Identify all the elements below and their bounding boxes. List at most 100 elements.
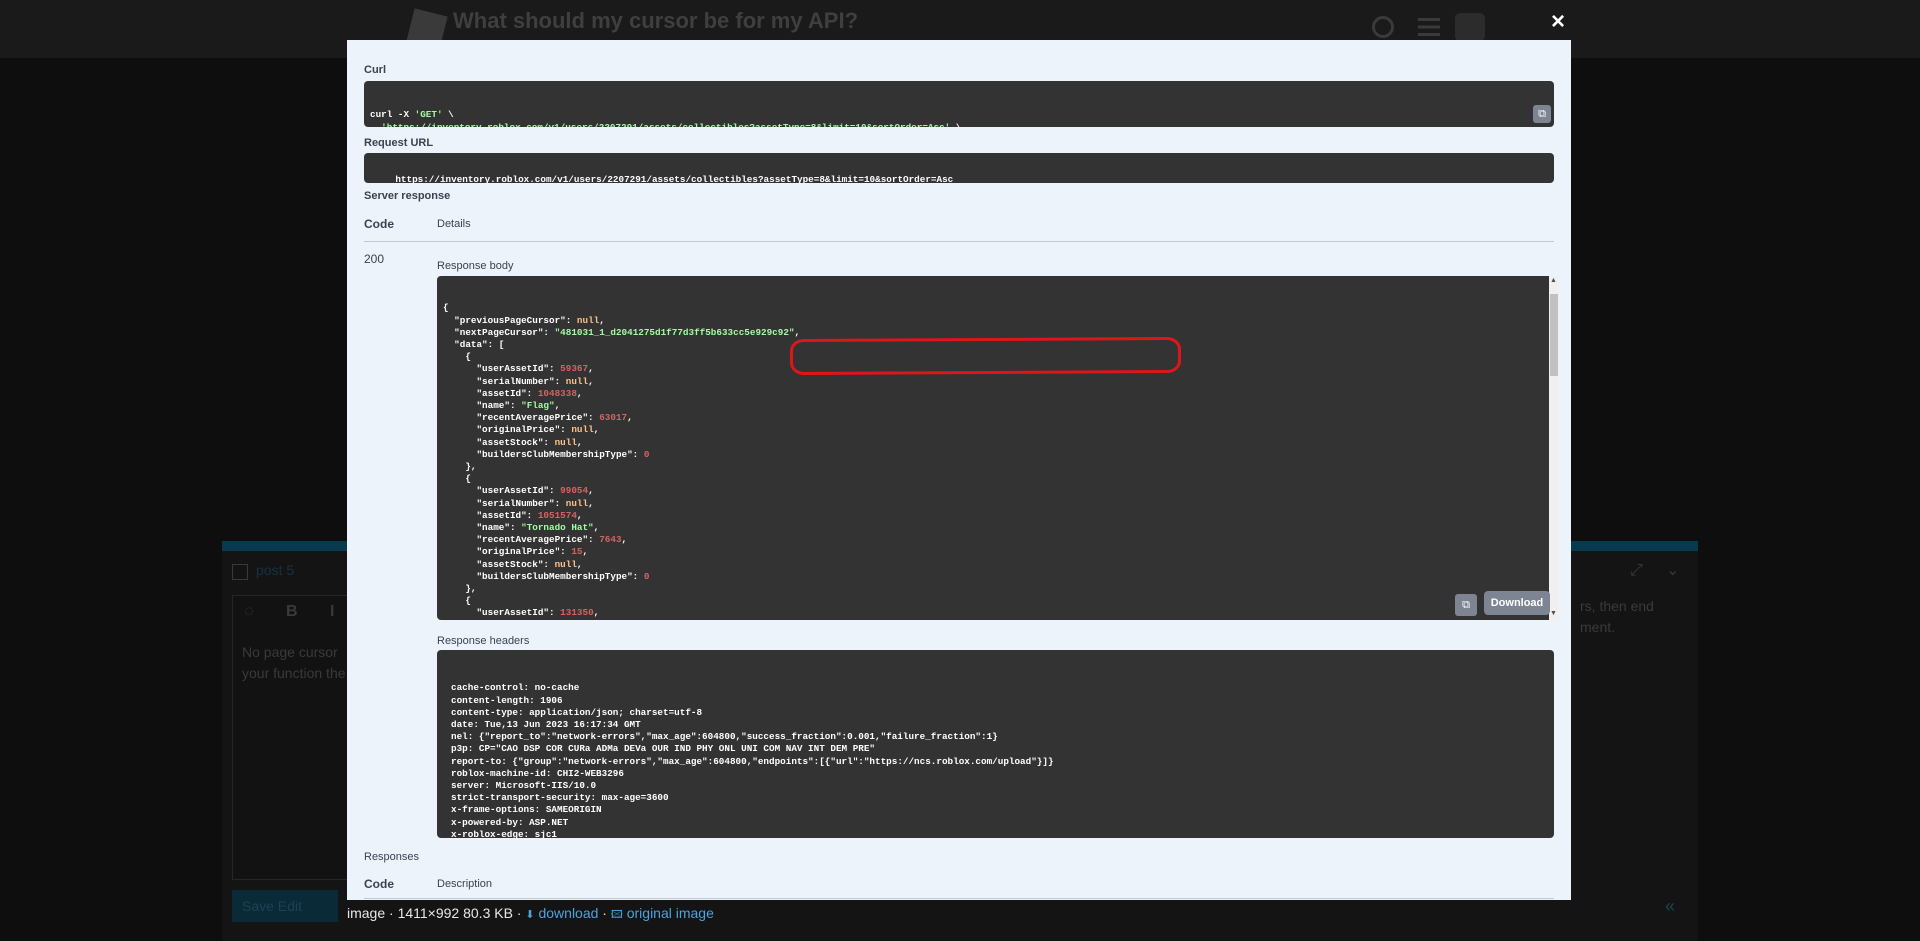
json-punct: ,: [627, 412, 633, 424]
json-value: 0: [643, 570, 650, 582]
response-headers-label: Response headers: [437, 635, 530, 647]
response-body-label: Response body: [437, 260, 514, 272]
curl-text: curl -X: [370, 109, 415, 121]
header-line: cache-control: no-cache: [451, 682, 580, 694]
json-line: "recentAveragePrice": 63017,: [443, 412, 1543, 424]
composer-text-line: your function the: [242, 665, 346, 681]
header-line: nel: {"report_to":"network-errors","max_…: [451, 731, 998, 743]
header-line: roblox-machine-id: CHI2-WEB3296: [451, 767, 624, 779]
json-value: 99054: [560, 485, 589, 497]
json-value: null: [571, 424, 594, 436]
download-link-label: download: [538, 905, 599, 921]
json-punct: ,: [588, 363, 594, 375]
response-body-lines: { "previousPageCursor": null, "nextPageC…: [443, 302, 1543, 620]
json-punct: ,: [588, 375, 594, 387]
json-value: null: [565, 375, 589, 387]
header-line: server: Microsoft-IIS/10.0: [451, 780, 597, 792]
json-punct: {: [465, 595, 471, 607]
curl-text: [370, 122, 381, 127]
json-key: "originalPrice":: [443, 546, 572, 558]
json-punct: ,: [621, 534, 628, 546]
json-key: "previousPageCursor":: [443, 314, 577, 326]
preview-text-line: ment.: [1580, 619, 1616, 635]
json-line: "recentAveragePrice": 7643,: [443, 534, 1543, 546]
json-value: 7643: [599, 534, 622, 546]
close-lightbox-button[interactable]: ×: [1551, 8, 1565, 36]
json-line: "userAssetId": 99054,: [443, 485, 1543, 497]
json-line: "data": [: [443, 339, 1543, 351]
json-key: [443, 583, 465, 594]
original-image-link[interactable]: 🖾 original image: [611, 905, 714, 921]
json-key: "buildersClubMembershipType":: [443, 448, 644, 460]
code-column-header: Code: [364, 217, 394, 231]
original-image-link-label: original image: [626, 905, 714, 921]
json-punct: ,: [588, 497, 594, 509]
json-line: "userAssetId": 131350,: [443, 607, 1543, 619]
json-line: "serialNumber": null,: [443, 498, 1543, 510]
json-line: "buildersClubMembershipType": 0: [443, 571, 1543, 583]
json-key: [443, 461, 465, 472]
json-key: "userAssetId":: [443, 607, 561, 619]
header-line: date: Tue,13 Jun 2023 16:17:34 GMT: [451, 719, 641, 731]
copy-curl-icon[interactable]: ⧉: [1533, 105, 1551, 123]
json-line: {: [443, 473, 1543, 485]
composer-toolbar: ◌ B I: [244, 603, 349, 620]
json-line: "assetId": 1048338,: [443, 388, 1543, 400]
scrollbar-thumb[interactable]: [1550, 294, 1558, 376]
header-line: strict-transport-security: max-age=3600: [451, 792, 669, 804]
caption-separator: ·: [598, 905, 611, 921]
composer-text: No page cursor your function the: [242, 642, 346, 684]
download-link[interactable]: ⬇ download: [525, 905, 598, 921]
json-punct: ,: [576, 387, 583, 399]
json-value: "Tornado Hat": [521, 522, 594, 534]
request-url-label: Request URL: [364, 137, 434, 149]
json-punct: ,: [593, 424, 600, 436]
json-line: "previousPageCursor": null,: [443, 315, 1543, 327]
json-line: },: [443, 583, 1543, 595]
header-line: report-to: {"group":"network-errors","ma…: [451, 755, 1054, 767]
composer-text-line: No page cursor: [242, 644, 338, 660]
json-punct: ,: [576, 436, 583, 448]
json-line: "serialNumber": null,: [443, 376, 1543, 388]
json-value: 1048338: [537, 387, 577, 399]
json-value: 15: [571, 546, 583, 558]
collapse-icon: «: [1665, 896, 1676, 916]
json-key: "assetId":: [443, 387, 538, 399]
json-punct: {: [465, 473, 471, 485]
scroll-down-arrow-icon[interactable]: ▼: [1550, 610, 1557, 617]
header-line: x-powered-by: ASP.NET: [451, 816, 569, 828]
curl-code-block: curl -X 'GET' \ 'https://inventory.roblo…: [364, 81, 1554, 127]
search-icon: [1372, 16, 1394, 38]
hamburger-menu-icon: [1418, 18, 1440, 36]
json-line: "assetStock": null,: [443, 437, 1543, 449]
table-divider: [364, 241, 1554, 242]
json-value: 0: [643, 448, 650, 460]
json-punct: ,: [599, 314, 605, 326]
response-body-block[interactable]: { "previousPageCursor": null, "nextPageC…: [437, 276, 1549, 620]
json-key: "assetId":: [443, 509, 538, 521]
request-url-text: https://inventory.roblox.com/v1/users/22…: [395, 174, 954, 183]
json-key: "userAssetId":: [443, 363, 561, 375]
details-column-header: Details: [437, 218, 471, 230]
json-key: "name":: [443, 522, 522, 534]
json-punct: [: [498, 339, 505, 351]
json-key: "nextPageCursor":: [443, 326, 555, 338]
lightbox-image: Curl curl -X 'GET' \ 'https://inventory.…: [347, 40, 1571, 900]
download-button[interactable]: Download: [1484, 591, 1550, 615]
composer-editor: [232, 595, 352, 880]
response-headers-lines: cache-control: no-cache content-length: 1…: [451, 682, 1540, 838]
composer-checkbox: [232, 564, 248, 580]
server-response-label: Server response: [364, 190, 451, 202]
json-value: "Flag": [521, 400, 555, 412]
json-line: "originalPrice": null,: [443, 424, 1543, 436]
scroll-up-arrow-icon[interactable]: ▲: [1550, 277, 1557, 284]
json-punct: },: [465, 461, 477, 473]
json-line: "assetStock": null,: [443, 559, 1543, 571]
curl-label: Curl: [364, 64, 386, 76]
json-key: [443, 351, 465, 362]
json-line: "originalPrice": 15,: [443, 546, 1543, 558]
json-line: "assetId": 1051574,: [443, 510, 1543, 522]
save-edit-button: Save Edit: [232, 890, 338, 922]
json-line: "name": "Flag",: [443, 400, 1543, 412]
copy-response-icon[interactable]: ⧉: [1455, 594, 1477, 616]
